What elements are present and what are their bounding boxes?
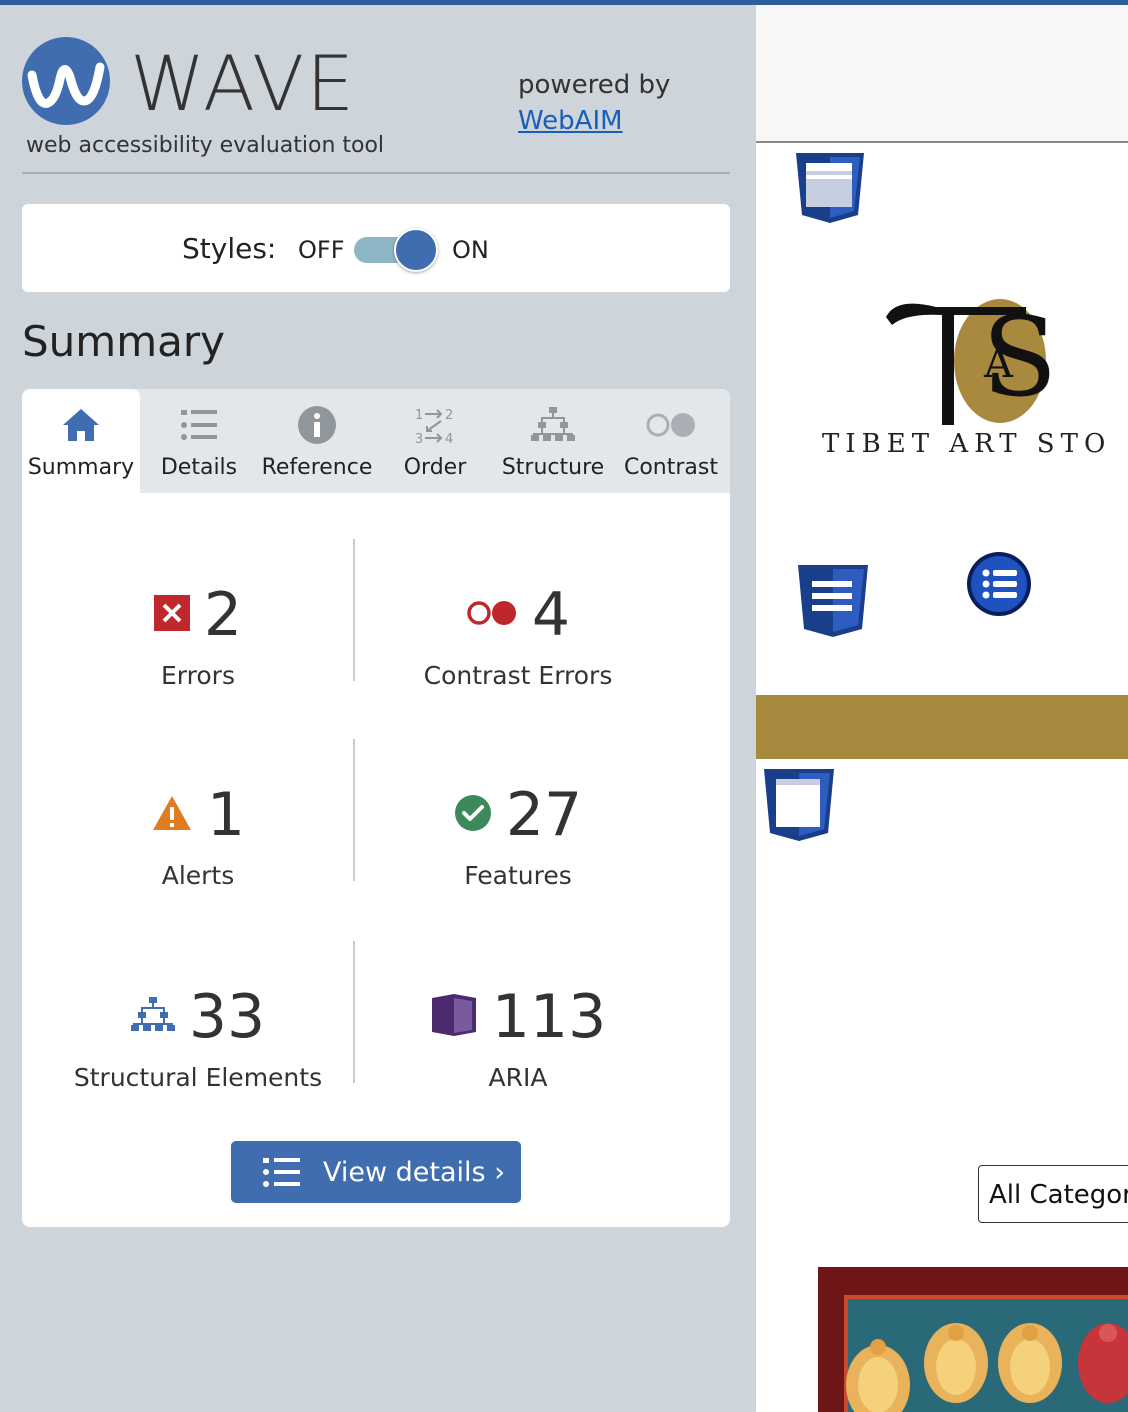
tab-label: Structure bbox=[501, 455, 605, 480]
info-icon bbox=[258, 403, 376, 447]
styles-off-label[interactable]: OFF bbox=[298, 236, 345, 264]
stat-count: 1 bbox=[206, 780, 246, 850]
feature-icon bbox=[454, 794, 492, 836]
svg-text:2: 2 bbox=[445, 408, 453, 423]
stat-features[interactable]: 27 Features bbox=[353, 779, 683, 890]
order-icon: 1 2 3 4 bbox=[376, 403, 494, 447]
tab-structure[interactable]: Structure bbox=[494, 389, 612, 493]
tab-label: Contrast bbox=[623, 455, 718, 480]
page-preview: S A TIBET ART STO All Categor bbox=[756, 5, 1128, 1412]
stat-alerts[interactable]: 1 Alerts bbox=[33, 779, 363, 890]
stat-label: ARIA bbox=[488, 1063, 548, 1092]
contrast-error-icon bbox=[466, 599, 518, 631]
styles-toggle-card: Styles: OFF ON bbox=[22, 204, 730, 292]
preview-header bbox=[756, 5, 1128, 143]
stat-label: Errors bbox=[161, 661, 235, 690]
tab-contrast[interactable]: Contrast bbox=[612, 389, 730, 493]
stat-count: 4 bbox=[531, 580, 571, 650]
tab-order[interactable]: 1 2 3 4 Order bbox=[376, 389, 494, 493]
view-details-label: View details › bbox=[323, 1156, 505, 1188]
wave-logo-icon bbox=[22, 37, 110, 125]
list-icon bbox=[140, 403, 258, 447]
stat-label: Alerts bbox=[161, 861, 235, 890]
wave-tagline: web accessibility evaluation tool bbox=[26, 133, 385, 158]
header-divider bbox=[22, 172, 730, 174]
aria-icon bbox=[430, 992, 478, 1042]
svg-text:A: A bbox=[983, 341, 1014, 387]
webaim-link[interactable]: WebAIM bbox=[518, 106, 623, 136]
svg-text:1: 1 bbox=[415, 408, 423, 423]
error-icon bbox=[153, 595, 190, 635]
stat-label: Structural Elements bbox=[73, 1063, 323, 1092]
region-icon[interactable] bbox=[794, 151, 866, 229]
tab-bar: Summary Details Reference 1 2 3 4 Order … bbox=[22, 389, 730, 493]
category-select[interactable]: All Categor bbox=[978, 1165, 1128, 1223]
stat-count: 33 bbox=[188, 982, 266, 1052]
navigation-band bbox=[756, 695, 1128, 759]
region-icon[interactable] bbox=[762, 767, 836, 847]
list-icon bbox=[263, 1156, 301, 1188]
home-icon bbox=[22, 403, 140, 447]
summary-panel: Summary Details Reference 1 2 3 4 Order … bbox=[22, 389, 730, 1227]
list-icon[interactable] bbox=[966, 551, 1032, 621]
alert-icon bbox=[151, 794, 193, 836]
site-logo[interactable]: S A bbox=[876, 291, 1057, 435]
tab-label: Reference bbox=[261, 455, 373, 480]
stat-aria[interactable]: 113 ARIA bbox=[353, 981, 683, 1092]
view-details-button[interactable]: View details › bbox=[231, 1141, 521, 1203]
tab-label: Order bbox=[403, 455, 467, 480]
wave-sidebar: WAVE web accessibility evaluation tool p… bbox=[0, 5, 756, 1412]
stat-contrast-errors[interactable]: 4 Contrast Errors bbox=[353, 579, 683, 690]
site-brand-text: TIBET ART STO bbox=[822, 429, 1112, 459]
contrast-icon bbox=[612, 403, 730, 447]
product-image[interactable] bbox=[818, 1267, 1128, 1412]
page-title: Summary bbox=[22, 317, 225, 366]
stat-count: 2 bbox=[203, 580, 243, 650]
powered-by-label: powered by bbox=[518, 70, 671, 100]
tab-label: Summary bbox=[27, 455, 135, 480]
svg-text:4: 4 bbox=[445, 432, 453, 445]
stat-count: 113 bbox=[491, 982, 607, 1052]
styles-on-label[interactable]: ON bbox=[452, 236, 489, 264]
region-icon[interactable] bbox=[796, 563, 870, 643]
tab-details[interactable]: Details bbox=[140, 389, 258, 493]
styles-toggle-knob[interactable] bbox=[394, 228, 438, 272]
styles-label: Styles: bbox=[182, 232, 277, 265]
stat-count: 27 bbox=[505, 780, 583, 850]
stat-errors[interactable]: 2 Errors bbox=[33, 579, 363, 690]
structure-icon bbox=[494, 403, 612, 447]
tab-label: Details bbox=[160, 455, 238, 480]
stat-label: Contrast Errors bbox=[423, 661, 613, 690]
tab-reference[interactable]: Reference bbox=[258, 389, 376, 493]
wave-logo-text: WAVE bbox=[130, 39, 357, 128]
structure-icon bbox=[130, 995, 175, 1039]
powered-by: powered by WebAIM bbox=[518, 67, 670, 139]
stat-label: Features bbox=[464, 861, 572, 890]
stat-structural-elements[interactable]: 33 Structural Elements bbox=[33, 981, 363, 1092]
tab-summary[interactable]: Summary bbox=[22, 389, 140, 493]
svg-text:3: 3 bbox=[415, 432, 423, 445]
